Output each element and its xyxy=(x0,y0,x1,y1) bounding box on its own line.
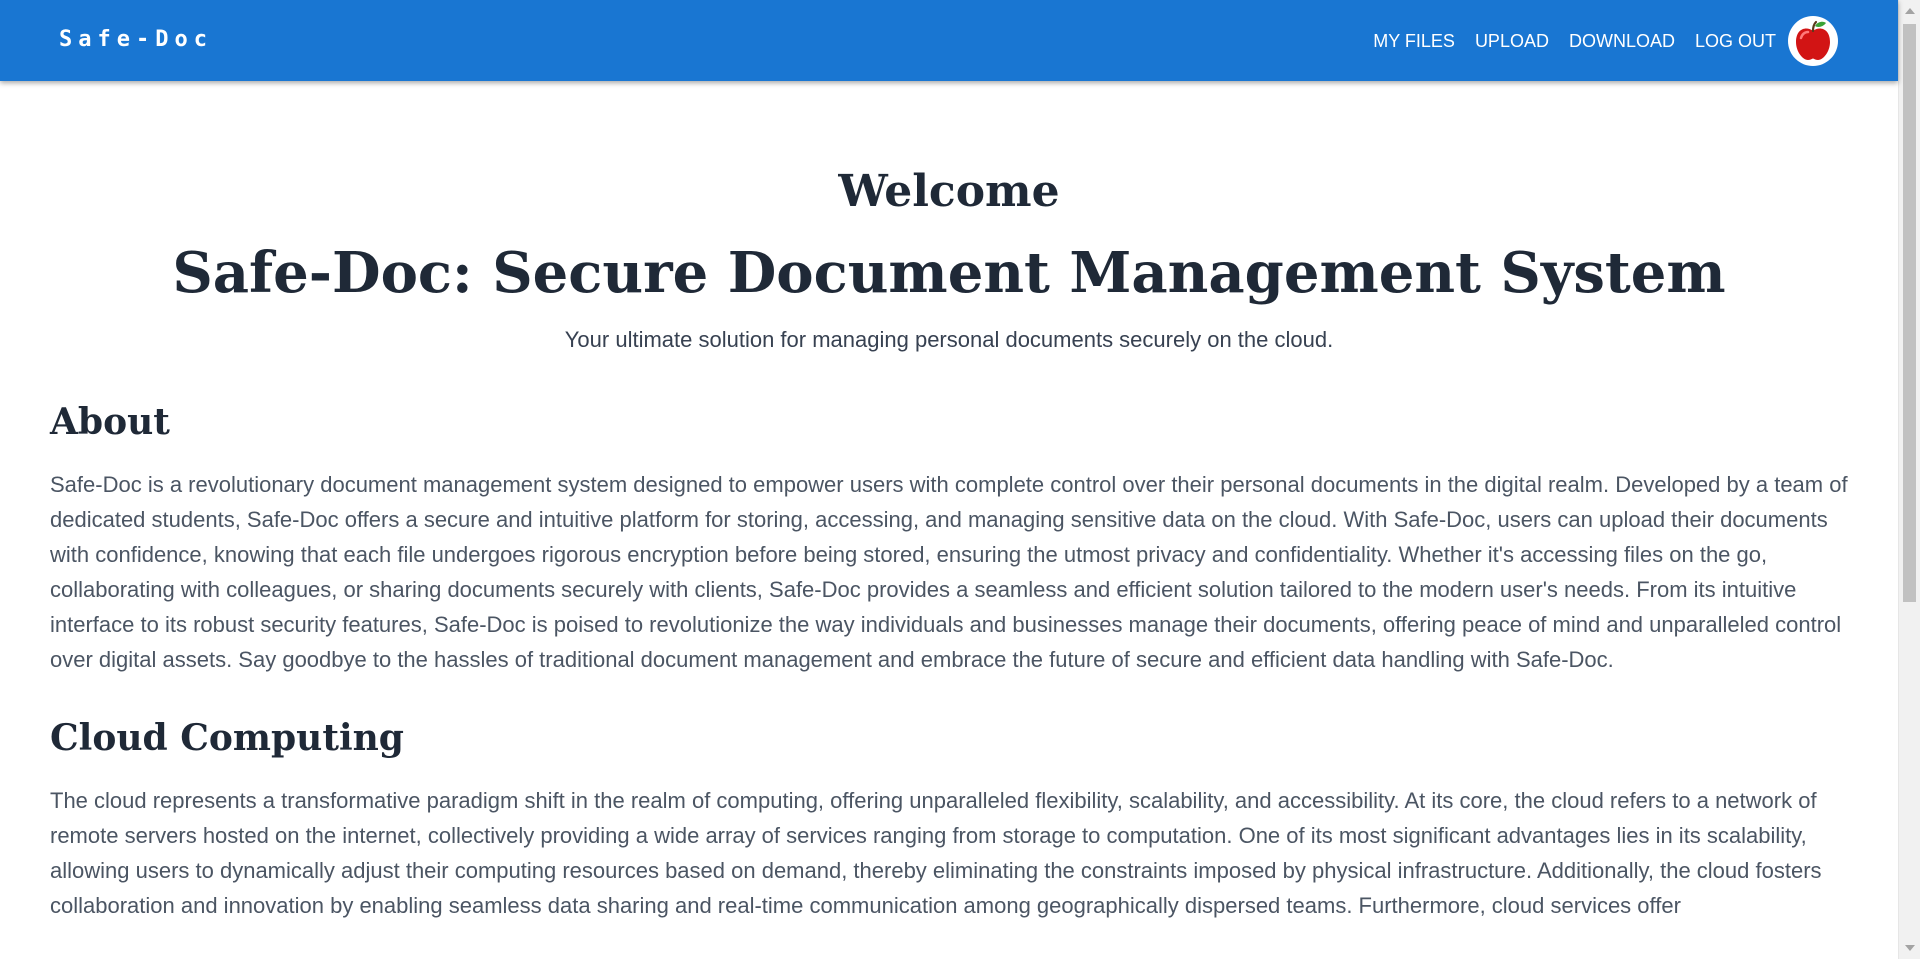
cloud-computing-text: The cloud represents a transformative pa… xyxy=(50,788,1822,918)
nav-upload-link[interactable]: UPLOAD xyxy=(1475,31,1549,52)
brand-logo[interactable]: Safe-Doc xyxy=(59,26,213,54)
nav-links: MY FILES UPLOAD DOWNLOAD LOG OUT xyxy=(1373,16,1838,66)
scroll-up-arrow-icon[interactable] xyxy=(1905,8,1915,14)
top-navbar: Safe-Doc MY FILES UPLOAD DOWNLOAD LOG OU… xyxy=(0,0,1898,81)
hero-section: Welcome Safe-Doc: Secure Document Manage… xyxy=(50,165,1848,355)
user-avatar[interactable] xyxy=(1788,16,1838,66)
tagline: Your ultimate solution for managing pers… xyxy=(564,327,1334,352)
vertical-scrollbar[interactable] xyxy=(1898,0,1920,959)
about-text: Safe-Doc is a revolutionary document man… xyxy=(50,472,1848,672)
welcome-heading: Welcome xyxy=(838,166,1060,217)
apple-icon xyxy=(1796,20,1830,60)
nav-download-link[interactable]: DOWNLOAD xyxy=(1569,31,1675,52)
cloud-computing-heading: Cloud Computing xyxy=(50,717,404,759)
about-heading: About xyxy=(50,401,170,443)
nav-my-files-link[interactable]: MY FILES xyxy=(1373,31,1455,52)
scroll-down-arrow-icon[interactable] xyxy=(1905,945,1915,951)
page-title: Safe-Doc: Secure Document Management Sys… xyxy=(172,240,1726,306)
main-content: Welcome Safe-Doc: Secure Document Manage… xyxy=(50,81,1848,923)
scrollbar-thumb[interactable] xyxy=(1903,24,1916,602)
nav-logout-link[interactable]: LOG OUT xyxy=(1695,31,1776,52)
